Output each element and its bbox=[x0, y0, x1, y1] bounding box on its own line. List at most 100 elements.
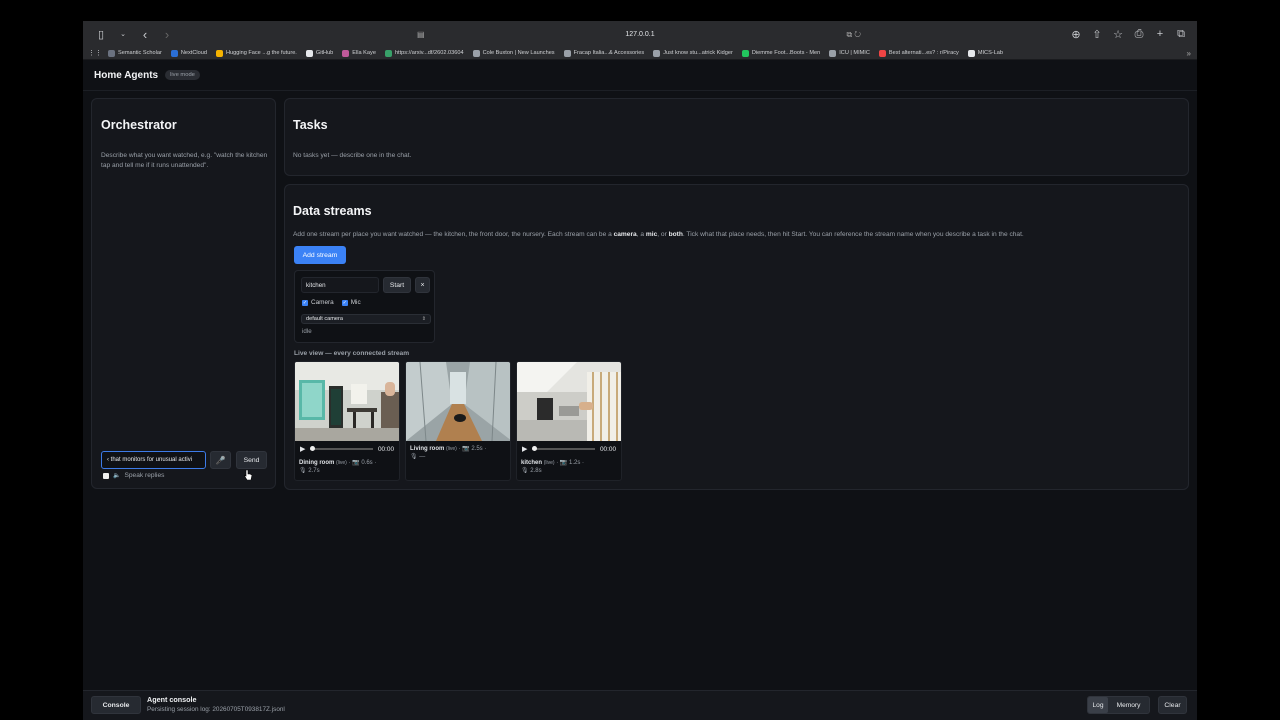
print-icon[interactable]: ⎙ bbox=[1131, 26, 1147, 42]
add-stream-button[interactable]: Add stream bbox=[294, 246, 346, 264]
grid-icon[interactable]: ⋮⋮ bbox=[88, 47, 102, 59]
video-time: 00:00 bbox=[378, 445, 394, 453]
url-text: 127.0.0.1 bbox=[625, 31, 655, 38]
bookmark-label: Ella Kaye bbox=[352, 50, 376, 56]
favicon-icon bbox=[342, 49, 350, 57]
bookmark-item[interactable]: Ella Kaye bbox=[342, 49, 376, 57]
device-select[interactable]: default camera ⇕ bbox=[301, 314, 431, 324]
app-header: Home Agents live mode bbox=[83, 60, 1197, 91]
video-dining-room[interactable] bbox=[295, 362, 399, 441]
tab-memory[interactable]: Memory bbox=[1108, 697, 1149, 713]
stream-tile-kitchen: ▶ 00:00 kitchen (live) · 📷 1.2s · 🎙 2.8s bbox=[516, 361, 622, 481]
mic-button[interactable]: 🎤 bbox=[210, 451, 231, 469]
video-time: 00:00 bbox=[600, 445, 616, 453]
bookmark-label: Best alternati...es? : r/Piracy bbox=[888, 50, 959, 56]
favicon-icon bbox=[741, 49, 749, 57]
bookmark-item[interactable]: NextCloud bbox=[170, 49, 207, 57]
star-icon[interactable]: ☆ bbox=[1110, 26, 1126, 42]
speak-replies-label: Speak replies bbox=[124, 472, 165, 479]
play-icon[interactable]: ▶ bbox=[300, 445, 305, 453]
bookmark-item[interactable]: GitHub bbox=[305, 49, 334, 57]
bookmark-label: Hugging Face ...g the future. bbox=[225, 50, 297, 56]
video-kitchen[interactable] bbox=[517, 362, 621, 441]
stream-name-input[interactable]: kitchen bbox=[301, 277, 379, 293]
bookmark-item[interactable]: Best alternati...es? : r/Piracy bbox=[878, 49, 959, 57]
bookmark-label: GitHub bbox=[315, 50, 334, 56]
tile-info: Dining room (live) · 📷 0.6s · 🎙 2.7s bbox=[299, 460, 377, 475]
tabs-overview-icon[interactable]: ⧉ bbox=[1173, 26, 1189, 42]
bookmark-item[interactable]: Just know stu...atrick Kidger bbox=[653, 49, 733, 57]
remove-stream-button[interactable]: × bbox=[415, 277, 430, 293]
download-icon[interactable]: ⊕ bbox=[1068, 26, 1084, 42]
console-button[interactable]: Console bbox=[91, 696, 141, 714]
bookmark-item[interactable]: MICS-Lab bbox=[967, 49, 1004, 57]
tasks-empty-text: No tasks yet — describe one in the chat. bbox=[293, 152, 412, 159]
stream-tile-dining-room: ▶ 00:00 Dining room (live) · 📷 0.6s · 🎙 2… bbox=[294, 361, 400, 481]
mode-badge: live mode bbox=[165, 70, 200, 80]
favicon-icon bbox=[472, 49, 480, 57]
streams-title: Data streams bbox=[293, 204, 372, 218]
bookmark-label: Fracap Italia...& Accessories bbox=[573, 50, 645, 56]
tab-log[interactable]: Log bbox=[1088, 697, 1108, 713]
tile-info: Living room (live) · 📷 2.5s · 🎙 — bbox=[410, 446, 487, 461]
back-icon[interactable]: ‹ bbox=[137, 26, 153, 42]
chevron-down-icon[interactable]: ⌄ bbox=[115, 26, 131, 42]
favicon-icon bbox=[653, 49, 661, 57]
bookmark-item[interactable]: Hugging Face ...g the future. bbox=[215, 49, 297, 57]
seek-bar[interactable] bbox=[310, 446, 373, 452]
bookmarks-more-icon[interactable]: » bbox=[1187, 49, 1191, 58]
start-button[interactable]: Start bbox=[383, 277, 411, 293]
console-subtitle: Persisting session log: 20260705T093817Z… bbox=[147, 706, 285, 713]
data-streams-panel: Data streams Add one stream per place yo… bbox=[284, 184, 1189, 490]
bookmark-item[interactable]: Fracap Italia...& Accessories bbox=[563, 49, 645, 57]
bookmark-label: Just know stu...atrick Kidger bbox=[663, 50, 733, 56]
clear-button[interactable]: Clear bbox=[1158, 696, 1187, 714]
check-icon: ✓ bbox=[341, 299, 348, 306]
bookmark-label: Semantic Scholar bbox=[118, 50, 162, 56]
send-button[interactable]: Send bbox=[236, 451, 267, 469]
live-view-label: Live view — every connected stream bbox=[294, 350, 410, 357]
share-icon[interactable]: ⇧ bbox=[1089, 26, 1105, 42]
mouse-cursor-icon bbox=[244, 470, 252, 480]
bookmarks-bar: ⋮⋮ Semantic Scholar NextCloud Hugging Face… bbox=[83, 47, 1197, 60]
orchestrator-hint: Describe what you want watched, e.g. "wa… bbox=[101, 152, 268, 169]
bookmark-item[interactable]: Cole Buxton | New Launches bbox=[472, 49, 555, 57]
speaker-icon: 🔈 bbox=[113, 473, 121, 479]
speak-replies-toggle[interactable]: 🔈 Speak replies bbox=[103, 472, 164, 479]
bookmark-item[interactable]: Diemme Foot...Boots - Men bbox=[741, 49, 821, 57]
select-arrows-icon: ⇕ bbox=[421, 316, 426, 322]
new-tab-icon[interactable]: + bbox=[1152, 26, 1168, 42]
browser-toolbar: ▯ ⌄ ‹ › ▤ 127.0.0.1 ⧉↻ ⊕ ⇧ ☆ ⎙ + ⧉ bbox=[83, 21, 1197, 47]
play-icon[interactable]: ▶ bbox=[522, 445, 527, 453]
stream-tile-living-room: Living room (live) · 📷 2.5s · 🎙 — bbox=[405, 361, 511, 481]
bookmark-item[interactable]: Semantic Scholar bbox=[108, 49, 162, 57]
reload-icon[interactable]: ⧉↻ bbox=[847, 30, 863, 40]
microphone-icon: 🎤 bbox=[215, 455, 226, 465]
favicon-icon bbox=[215, 49, 223, 57]
console-title: Agent console bbox=[147, 695, 197, 704]
speak-replies-checkbox[interactable] bbox=[103, 472, 109, 479]
camera-checkbox[interactable]: ✓ Camera bbox=[302, 299, 334, 306]
seek-bar[interactable] bbox=[532, 446, 595, 452]
page-icon: ▤ bbox=[417, 30, 425, 39]
forward-icon[interactable]: › bbox=[159, 26, 175, 42]
orchestrator-panel: Orchestrator Describe what you want watc… bbox=[91, 98, 276, 489]
video-controls: ▶ 00:00 bbox=[295, 441, 399, 457]
bookmark-label: MICS-Lab bbox=[977, 50, 1004, 56]
bookmark-item[interactable]: https://arxiv...df/2602.03604 bbox=[384, 49, 464, 57]
mic-checkbox[interactable]: ✓ Mic bbox=[341, 299, 361, 306]
app-title: Home Agents bbox=[94, 69, 159, 81]
sidebar-icon[interactable]: ▯ bbox=[93, 26, 109, 42]
address-bar[interactable]: ▤ 127.0.0.1 ⧉↻ bbox=[413, 25, 867, 44]
chat-input[interactable]: ‹ that monitors for unusual activi bbox=[101, 451, 206, 469]
browser-window: ▯ ⌄ ‹ › ▤ 127.0.0.1 ⧉↻ ⊕ ⇧ ☆ ⎙ + ⧉ ⋮⋮ Se… bbox=[83, 21, 1197, 720]
check-icon: ✓ bbox=[302, 299, 308, 306]
stream-state: idle bbox=[302, 328, 312, 335]
video-living-room[interactable] bbox=[406, 362, 510, 441]
bookmark-label: Diemme Foot...Boots - Men bbox=[751, 50, 821, 56]
bookmark-label: NextCloud bbox=[180, 50, 207, 56]
tile-info: kitchen (live) · 📷 1.2s · 🎙 2.8s bbox=[521, 460, 585, 475]
bookmark-item[interactable]: ICU | MIMIC bbox=[829, 49, 870, 57]
favicon-icon bbox=[829, 49, 837, 57]
favicon-icon bbox=[384, 49, 392, 57]
